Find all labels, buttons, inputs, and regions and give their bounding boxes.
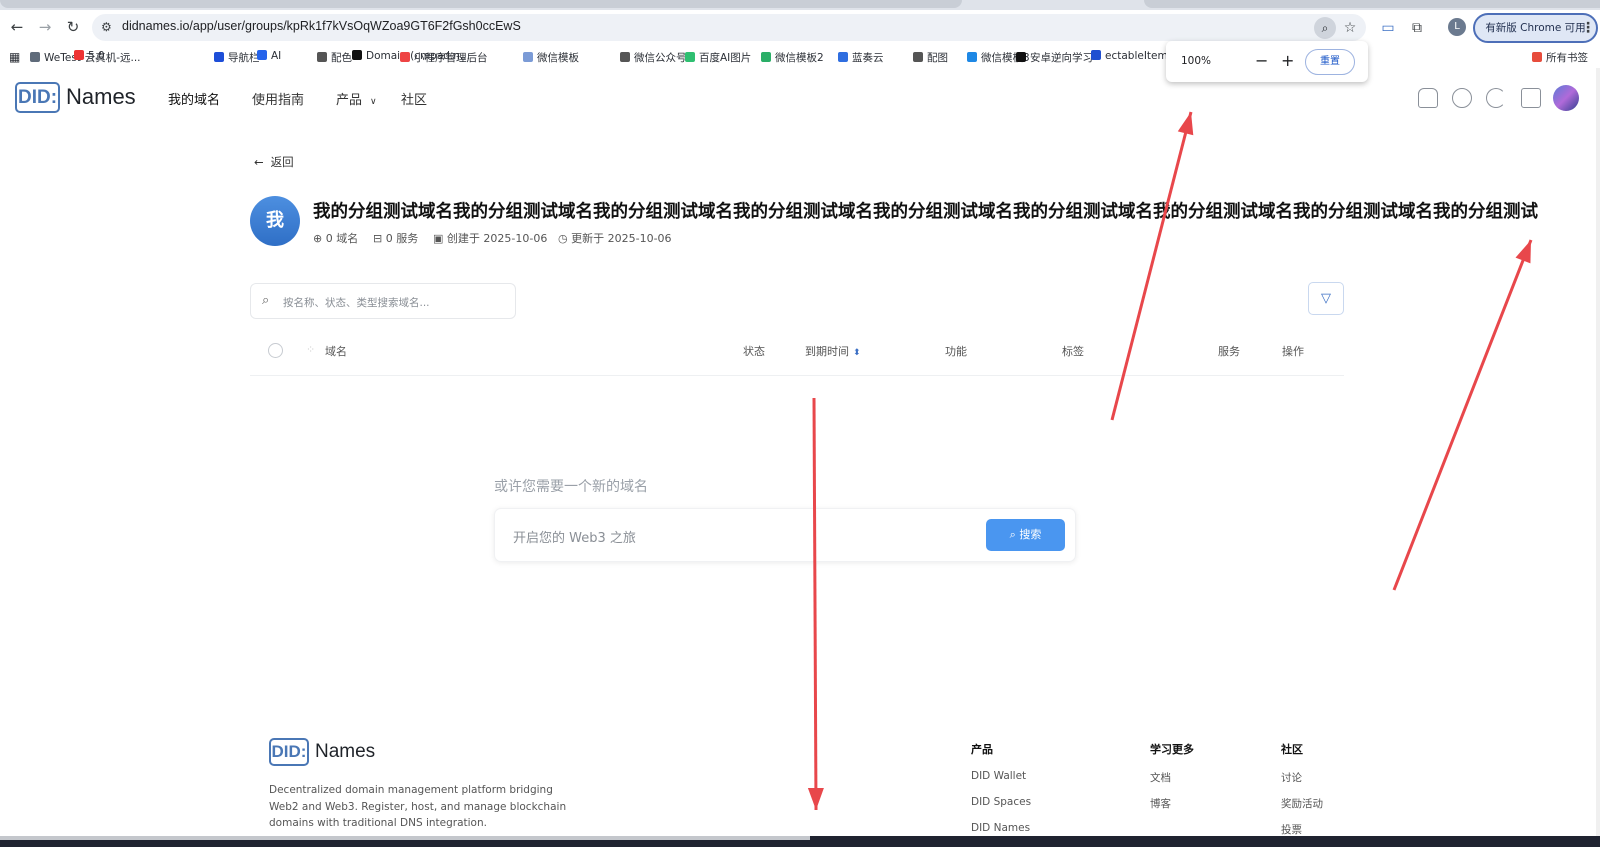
annotation-arrow-head — [807, 787, 824, 810]
annotation-arrow-line — [1110, 111, 1193, 421]
annotation-arrow-line — [1392, 239, 1533, 591]
annotation-arrow-head — [1515, 240, 1531, 264]
annotation-arrow-line — [812, 397, 818, 811]
annotation-arrows — [807, 111, 1533, 811]
annotation-arrow-head — [1177, 112, 1194, 136]
